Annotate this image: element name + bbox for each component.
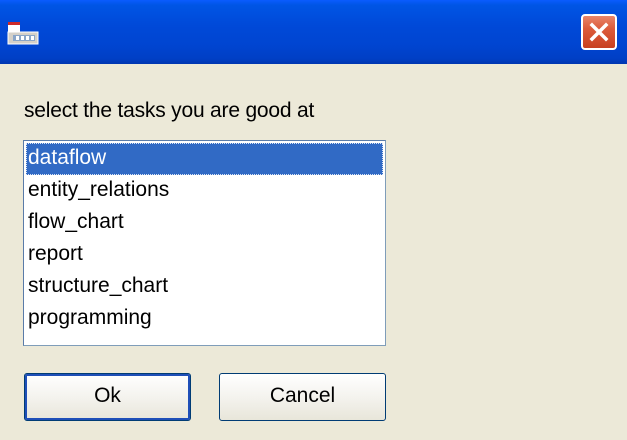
prompt-label: select the tasks you are good at xyxy=(24,99,315,122)
title-bar[interactable] xyxy=(0,0,627,64)
close-icon xyxy=(589,22,609,42)
list-item[interactable]: entity_relations xyxy=(26,175,383,207)
list-item[interactable]: report xyxy=(26,239,383,271)
app-icon xyxy=(7,22,39,45)
ok-button[interactable]: Ok xyxy=(24,373,191,421)
list-item[interactable]: programming xyxy=(26,303,383,335)
dialog-window: select the tasks you are good at dataflo… xyxy=(0,0,627,440)
list-item[interactable]: structure_chart xyxy=(26,271,383,303)
cancel-button[interactable]: Cancel xyxy=(219,373,386,421)
close-button[interactable] xyxy=(581,14,617,50)
list-item[interactable]: dataflow xyxy=(26,143,383,175)
tasks-listbox[interactable]: dataflow entity_relations flow_chart rep… xyxy=(23,140,386,346)
list-item[interactable]: flow_chart xyxy=(26,207,383,239)
